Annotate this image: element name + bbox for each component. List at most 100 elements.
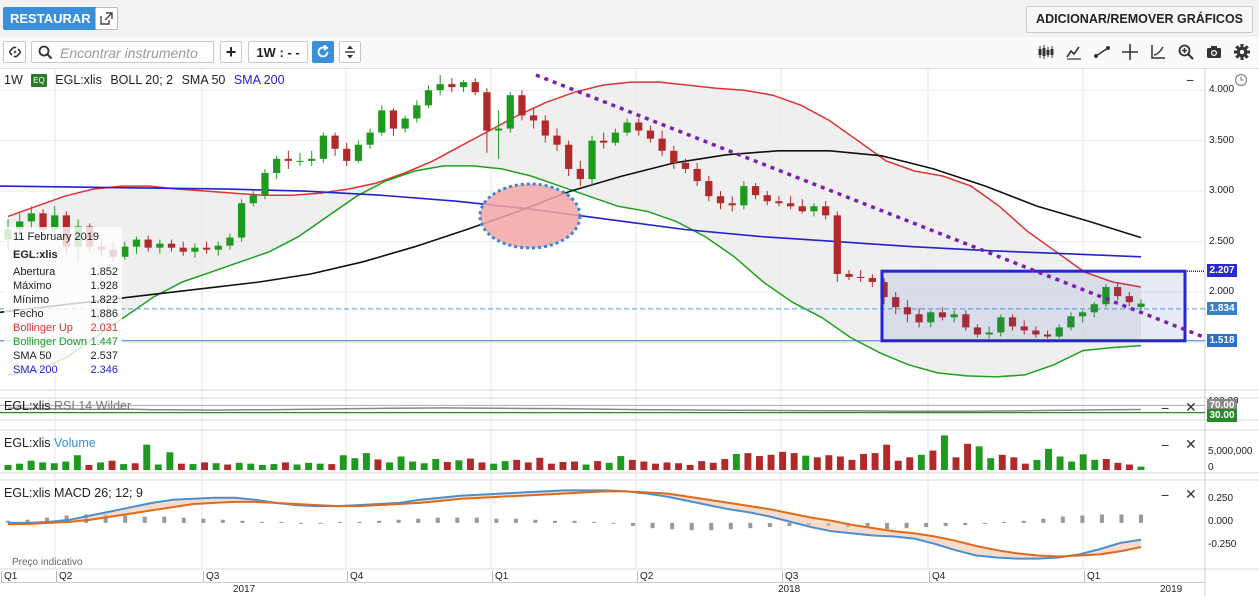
- volume-bar: [386, 462, 393, 470]
- volume-bar: [478, 462, 486, 470]
- candle-body: [1055, 327, 1063, 337]
- macd-minimize[interactable]: −: [1161, 487, 1169, 503]
- candle: [1032, 326, 1040, 338]
- volume-bar: [906, 457, 914, 470]
- symbol-label[interactable]: EGL:xlis: [55, 73, 102, 87]
- candle: [1114, 282, 1122, 301]
- popout-button[interactable]: [95, 7, 118, 30]
- add-remove-charts-button[interactable]: ADICIONAR/REMOVER GRÁFICOS: [1026, 6, 1253, 33]
- zoom-button[interactable]: [1175, 41, 1197, 63]
- info-row: Abertura 1.852: [13, 266, 121, 280]
- candle: [950, 310, 958, 323]
- candle: [553, 128, 561, 151]
- search-input[interactable]: [58, 43, 212, 63]
- main-panel-minimize[interactable]: −: [1186, 72, 1194, 88]
- rsi-label[interactable]: RSI 14 Wilder: [54, 399, 131, 413]
- volume-bar: [490, 463, 498, 470]
- volume-bar: [559, 461, 567, 470]
- candle: [857, 269, 865, 282]
- volume-bar: [351, 458, 359, 470]
- axis-curve-icon: [1151, 45, 1165, 59]
- macd-histogram-bar: [806, 522, 811, 525]
- volume-bar: [409, 461, 417, 470]
- candle: [903, 300, 912, 323]
- axis-button[interactable]: [1147, 41, 1169, 63]
- volume-bar: [1021, 463, 1029, 470]
- sma200-label[interactable]: SMA 200: [234, 73, 285, 87]
- volume-bar: [571, 461, 578, 470]
- macd-histogram-bar: [377, 520, 382, 523]
- crosshair-button[interactable]: [1119, 41, 1141, 63]
- candle: [693, 162, 701, 187]
- gear-icon: [1234, 44, 1250, 60]
- volume-minimize[interactable]: −: [1161, 437, 1169, 453]
- volume-bar: [1102, 459, 1110, 470]
- candle: [1067, 312, 1075, 331]
- clock-icon[interactable]: [1234, 73, 1248, 87]
- draw-line-button[interactable]: [1091, 41, 1113, 63]
- price-tag: 1.834: [1207, 301, 1237, 315]
- rsi-close-icon[interactable]: ✕: [1185, 399, 1197, 416]
- volume-bar: [1010, 457, 1018, 470]
- info-label: Fecho: [13, 308, 44, 320]
- volume-bar: [177, 463, 185, 470]
- macd-histogram-bar: [338, 521, 343, 523]
- volume-bar: [1033, 459, 1041, 470]
- macd-line: [8, 489, 1142, 560]
- instrument-search[interactable]: [31, 41, 214, 63]
- candle: [786, 196, 795, 210]
- candle-body: [506, 95, 514, 129]
- macd-close-icon[interactable]: ✕: [1185, 486, 1197, 503]
- rsi-symbol: EGL:xlis: [4, 399, 51, 413]
- boll-label[interactable]: BOLL 20; 2: [110, 73, 173, 87]
- compare-button[interactable]: [339, 41, 361, 63]
- macd-label[interactable]: MACD 26; 12; 9: [54, 486, 143, 500]
- info-row: Fecho 1.886: [13, 308, 121, 322]
- candle-body: [565, 144, 573, 169]
- candle: [436, 75, 444, 96]
- rsi-panel-header: EGL:xlis RSI 14 Wilder: [4, 399, 131, 413]
- candle: [214, 241, 222, 256]
- candle: [810, 203, 818, 217]
- macd-histogram-bar: [1119, 514, 1124, 523]
- settings-button[interactable]: [1231, 41, 1253, 63]
- info-row: Máximo 1.928: [13, 280, 121, 294]
- candle: [273, 155, 281, 180]
- volume-bar: [1137, 466, 1145, 470]
- candle: [822, 201, 830, 220]
- candle: [529, 108, 538, 129]
- volume-bar: [663, 462, 671, 470]
- macd-histogram-bar: [474, 517, 479, 523]
- macd-histogram-bar: [1080, 515, 1085, 523]
- chart-toolbar: + 1W : - -: [0, 37, 1259, 69]
- volume-bar: [1056, 456, 1064, 470]
- restore-button[interactable]: RESTAURAR: [3, 7, 98, 30]
- refresh-button[interactable]: [312, 41, 334, 63]
- timeframe-select[interactable]: 1W : - -: [248, 41, 308, 63]
- indicators-button[interactable]: [1063, 41, 1085, 63]
- volume-close-icon[interactable]: ✕: [1185, 436, 1197, 453]
- price-tag: 1.518: [1207, 333, 1237, 347]
- macd-histogram-bar: [1002, 521, 1007, 523]
- volume-bar: [1125, 464, 1133, 470]
- candle-body: [833, 215, 841, 274]
- rsi-minimize[interactable]: −: [1161, 400, 1169, 416]
- sma50-label[interactable]: SMA 50: [182, 73, 226, 87]
- candlestick-type-button[interactable]: [1035, 41, 1057, 63]
- candle: [973, 324, 982, 338]
- volume-bar: [293, 464, 301, 470]
- candle: [471, 78, 479, 96]
- volume-bar: [744, 453, 752, 470]
- link-button[interactable]: [3, 41, 26, 63]
- volume-bar: [4, 464, 12, 470]
- volume-bar: [779, 451, 787, 470]
- info-label: Abertura: [13, 266, 56, 278]
- candle-body: [214, 245, 222, 250]
- snapshot-button[interactable]: [1203, 41, 1225, 63]
- candle-body: [284, 158, 292, 161]
- volume-label[interactable]: Volume: [54, 436, 96, 450]
- candle-body: [156, 243, 164, 248]
- macd-panel-header: EGL:xlis MACD 26; 12; 9: [4, 486, 143, 500]
- candle-body: [588, 140, 596, 180]
- add-instrument-button[interactable]: +: [220, 41, 242, 63]
